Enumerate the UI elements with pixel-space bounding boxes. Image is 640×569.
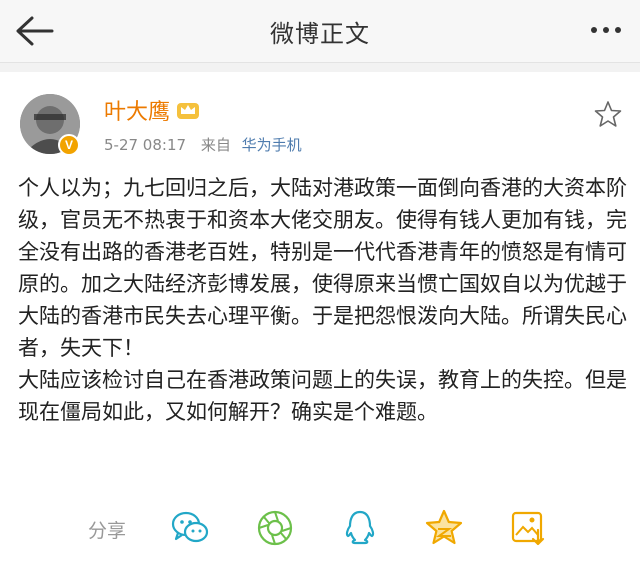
share-bar: 分享 [0,504,640,554]
save-image-button[interactable] [508,508,548,548]
post-source[interactable]: 华为手机 [242,136,302,154]
share-wechat-button[interactable] [170,508,210,548]
author-name[interactable]: 叶大鹰 [104,94,170,126]
more-button[interactable] [586,18,626,42]
top-bar: 微博正文 [0,0,640,63]
from-label: 来自 [200,136,231,154]
post-time: 5-27 08:17 [104,136,187,154]
share-qq-button[interactable] [340,508,380,548]
save-image-icon [511,511,545,546]
favorite-button[interactable] [594,100,622,128]
share-label: 分享 [88,520,127,542]
share-qzone-button[interactable] [424,508,464,548]
post-card: V 叶大鹰 5-27 08:17 来自 华为手机 个人以为；九七回归之后，大陆对… [0,72,640,569]
post-paragraph: 个人以为；九七回归之后，大陆对港政策一面倒向香港的大资本阶级，官员无不热衷于和资… [18,176,627,360]
post-meta: 5-27 08:17 来自 华为手机 [104,134,302,155]
verified-badge: V [58,134,80,156]
qzone-icon [425,509,463,545]
post-paragraph: 大陆应该检讨自己在香港政策问题上的失误，教育上的失控。但是现在僵局如此，又如何解… [18,368,627,424]
moments-icon [257,510,293,546]
more-dots-icon [591,27,621,33]
page-title: 微博正文 [270,20,370,48]
wechat-icon [171,511,209,543]
post-body: 个人以为；九七回归之后，大陆对港政策一面倒向香港的大资本阶级，官员无不热衷于和资… [18,172,628,428]
qq-icon [345,510,375,545]
star-icon [594,101,622,127]
share-moments-button[interactable] [255,508,295,548]
crown-icon [177,103,199,119]
